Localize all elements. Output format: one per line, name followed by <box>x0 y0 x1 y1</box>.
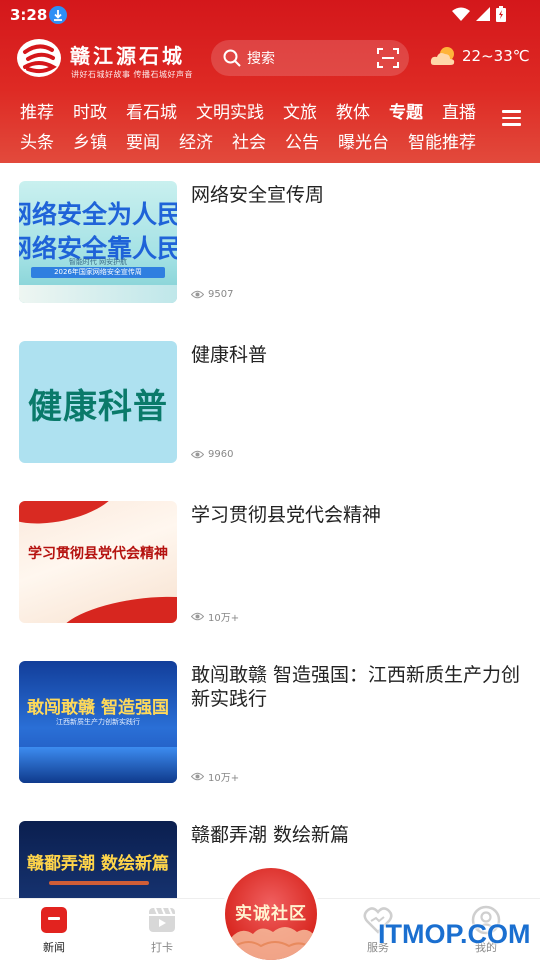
download-icon <box>49 6 67 24</box>
view-count-value: 9507 <box>208 289 234 300</box>
category-tab-active[interactable]: 专题 <box>389 98 423 123</box>
category-tab[interactable]: 要闻 <box>126 128 160 153</box>
article-title[interactable]: 网络安全宣传周 <box>191 183 526 207</box>
app-title: 赣江源石城 <box>70 44 185 68</box>
weather-temperature: 22~33℃ <box>462 47 530 65</box>
category-tab[interactable]: 曝光台 <box>338 128 389 153</box>
thumb-line: 敢闯敢赣 智造强国 <box>27 698 169 718</box>
category-tab[interactable]: 头条 <box>20 128 54 153</box>
view-count: 10万+ <box>191 769 239 784</box>
status-icons <box>452 6 506 22</box>
article-title[interactable]: 赣鄱弄潮 数绘新篇 <box>191 823 526 847</box>
eye-icon <box>191 612 204 621</box>
list-item[interactable]: 健康科普 健康科普 9960 <box>0 323 540 463</box>
category-row-1: 推荐 时政 看石城 文明实践 文旅 教体 专题 直播 <box>20 98 495 123</box>
menu-icon[interactable] <box>502 110 521 126</box>
watermark-text: ITMOP.COM <box>378 919 531 949</box>
article-title[interactable]: 学习贯彻县党代会精神 <box>191 503 526 527</box>
app-logo-icon <box>17 39 61 77</box>
tab-label: 新闻 <box>43 941 65 954</box>
article-title[interactable]: 健康科普 <box>191 343 526 367</box>
app-slogan: 讲好石城好故事 传播石城好声音 <box>71 70 194 79</box>
search-bar[interactable]: 搜索 <box>211 40 409 76</box>
thumb-line: 智能时代 网安护航 <box>68 258 128 266</box>
wifi-icon <box>452 7 470 21</box>
list-item[interactable]: 敢闯敢赣 智造强国 江西新质生产力创新实践行 敢闯敢赣 智造强国：江西新质生产力… <box>0 643 540 784</box>
view-count-value: 9960 <box>208 449 234 460</box>
category-tab[interactable]: 智能推荐 <box>408 128 476 153</box>
category-tab[interactable]: 教体 <box>336 98 370 123</box>
view-count-value: 10万+ <box>208 773 240 784</box>
signal-icon <box>476 7 490 21</box>
video-icon <box>149 907 175 932</box>
thumb-line: 健康科普 <box>28 387 168 427</box>
app-header: 3:28 赣江源石城 讲好石城好故事 传播石城好声音 搜索 22~33℃ 推荐 … <box>0 0 540 163</box>
category-tab[interactable]: 文旅 <box>283 98 317 123</box>
eye-icon <box>191 290 204 299</box>
article-title[interactable]: 敢闯敢赣 智造强国：江西新质生产力创新实践行 <box>191 663 526 711</box>
tab-checkin[interactable]: 打卡 <box>108 899 216 960</box>
thumb-line: 学习贯彻县党代会精神 <box>28 546 168 562</box>
search-placeholder: 搜索 <box>247 51 275 67</box>
list-item[interactable]: 网络安全为人民 网络安全靠人民 智能时代 网安护航 2026年国家网络安全宣传周… <box>0 163 540 303</box>
eye-icon <box>191 450 204 459</box>
category-tab[interactable]: 看石城 <box>126 98 177 123</box>
thumb-line: 赣鄱弄潮 数绘新篇 <box>27 854 169 874</box>
view-count: 10万+ <box>191 609 239 624</box>
news-icon <box>41 907 67 933</box>
article-thumbnail: 学习贯彻县党代会精神 <box>19 501 177 623</box>
thumb-line: 2026年国家网络安全宣传周 <box>54 268 142 276</box>
community-center-label: 实诚社区 <box>235 904 307 924</box>
weather-widget[interactable]: 22~33℃ <box>430 45 530 67</box>
view-count: 9507 <box>191 289 233 300</box>
thumb-line: 江西新质生产力创新实践行 <box>56 718 140 726</box>
category-tab[interactable]: 公告 <box>285 128 319 153</box>
partly-cloudy-icon <box>430 47 455 65</box>
article-thumbnail: 网络安全为人民 网络安全靠人民 智能时代 网安护航 2026年国家网络安全宣传周 <box>19 181 177 303</box>
community-center-button[interactable]: 实诚社区 <box>225 868 317 960</box>
category-tab[interactable]: 乡镇 <box>73 128 107 153</box>
tab-news[interactable]: 新闻 <box>0 899 108 960</box>
category-tab[interactable]: 文明实践 <box>196 98 264 123</box>
article-thumbnail: 敢闯敢赣 智造强国 江西新质生产力创新实践行 <box>19 661 177 783</box>
article-thumbnail: 赣鄱弄潮 数绘新篇 <box>19 821 177 898</box>
tab-label: 打卡 <box>151 941 173 954</box>
status-time: 3:28 <box>10 6 48 24</box>
article-thumbnail: 健康科普 <box>19 341 177 463</box>
category-tab[interactable]: 时政 <box>73 98 107 123</box>
category-tab[interactable]: 经济 <box>179 128 213 153</box>
view-count: 9960 <box>191 449 233 460</box>
article-list: 网络安全为人民 网络安全靠人民 智能时代 网安护航 2026年国家网络安全宣传周… <box>0 163 540 898</box>
thumb-line: 网络安全为人民 <box>19 200 177 229</box>
category-row-2: 头条 乡镇 要闻 经济 社会 公告 曝光台 智能推荐 <box>20 128 495 153</box>
battery-icon <box>496 6 506 22</box>
category-tab[interactable]: 推荐 <box>20 98 54 123</box>
eye-icon <box>191 772 204 781</box>
scan-icon[interactable] <box>377 48 399 68</box>
category-tab[interactable]: 直播 <box>442 98 476 123</box>
search-icon <box>223 49 241 67</box>
view-count-value: 10万+ <box>208 613 240 624</box>
category-tab[interactable]: 社会 <box>232 128 266 153</box>
list-item[interactable]: 学习贯彻县党代会精神 学习贯彻县党代会精神 10万+ <box>0 483 540 624</box>
status-bar: 3:28 <box>0 0 540 30</box>
